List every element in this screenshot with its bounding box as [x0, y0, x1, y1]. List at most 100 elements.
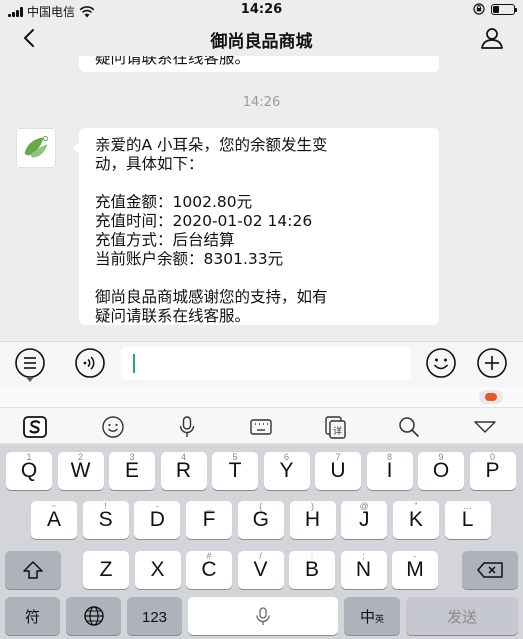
emoji-keyboard-icon[interactable]: [100, 414, 126, 440]
message-bubble[interactable]: 亲爱的A 小耳朵，您的余额发生变 动，具体如下： 充值金额：1002.80元 充…: [73, 128, 439, 325]
collapse-keyboard-icon[interactable]: [472, 414, 498, 440]
key-w[interactable]: 2W: [57, 452, 104, 490]
shift-key[interactable]: [5, 551, 61, 589]
chat-area[interactable]: 疑问请联系在线客服。 14:26 亲爱的A 小耳朵，您的余额发生变 动，具体如下…: [0, 56, 523, 341]
recharge-time-line: 充值时间：2020-01-02 14:26: [95, 212, 313, 230]
key-h[interactable]: ) H: [289, 501, 336, 539]
key-q[interactable]: 1Q: [6, 452, 52, 490]
language-toggle-label: 中英: [344, 607, 400, 630]
page-title: 御尚良品商城: [210, 32, 313, 52]
key-d[interactable]: -D: [134, 501, 181, 539]
message-line: 疑问请联系在线客服。: [95, 307, 251, 325]
key-p[interactable]: 0P: [469, 452, 516, 490]
number-key-label: 123: [141, 609, 168, 626]
key-a[interactable]: ~ A: [31, 501, 77, 539]
key-j[interactable]: @ J: [341, 501, 388, 539]
key-label: O: [432, 459, 450, 482]
orientation-lock-icon: [473, 3, 485, 15]
voice-input-button[interactable]: [74, 347, 106, 379]
input-bar: [0, 341, 523, 387]
key-i[interactable]: 8I: [366, 452, 413, 490]
balance-line: 当前账户余额：8301.33元: [95, 250, 284, 268]
key-n[interactable]: ; N: [340, 551, 387, 589]
key-label: V: [253, 558, 268, 581]
profile-icon[interactable]: [479, 25, 505, 51]
key-l[interactable]: … L: [444, 501, 491, 539]
message-line: 亲爱的A 小耳朵，您的余额发生变: [95, 136, 328, 154]
back-chevron-icon[interactable]: [18, 26, 42, 50]
shift-arrow-icon: [23, 561, 43, 579]
keyboard-toolbar: 详: [0, 407, 523, 444]
key-label: C: [201, 558, 217, 581]
key-k[interactable]: " K: [392, 501, 439, 539]
status-time: 14:26: [240, 2, 283, 17]
key-label: J: [358, 508, 370, 531]
key-t[interactable]: 5T: [212, 452, 258, 490]
key-r[interactable]: 4R: [160, 452, 207, 490]
key-label: B: [304, 558, 319, 581]
key-s[interactable]: ! S: [82, 501, 129, 539]
number-key[interactable]: 123: [127, 597, 182, 635]
microphone-icon[interactable]: [174, 414, 200, 440]
language-toggle-key[interactable]: 中英: [344, 597, 400, 635]
key-label: W: [70, 459, 91, 482]
key-label: Q: [20, 459, 38, 482]
key-label: M: [406, 558, 424, 581]
translate-icon[interactable]: 详: [322, 414, 348, 440]
key-label: U: [330, 459, 346, 482]
key-label: Y: [279, 459, 294, 482]
previous-message-text: 疑问请联系在线客服。: [95, 56, 251, 67]
backspace-icon: [477, 562, 503, 578]
shop-logo-icon: [17, 129, 55, 167]
status-bar: 中国电信 14:26: [0, 0, 523, 20]
time-separator: 14:26: [242, 95, 281, 110]
svg-text:详: 详: [333, 425, 342, 437]
avatar[interactable]: [16, 128, 56, 168]
globe-key[interactable]: [66, 597, 121, 635]
menu-list-button[interactable]: [14, 347, 46, 379]
key-c[interactable]: # C: [186, 551, 232, 589]
key-label: R: [175, 459, 192, 482]
message-input[interactable]: [121, 347, 411, 380]
key-b[interactable]: :B: [289, 551, 335, 589]
key-label: H: [304, 508, 321, 531]
key-m[interactable]: -M: [392, 551, 438, 589]
message-line: 御尚良品商城感谢您的支持，如有: [95, 288, 328, 306]
status-right: [473, 3, 517, 15]
backspace-key[interactable]: [462, 551, 518, 589]
key-g[interactable]: (G: [237, 501, 284, 539]
key-y[interactable]: 6Y: [263, 452, 310, 490]
nav-bar: 御尚良品商城: [0, 20, 523, 56]
menu-caret-icon: [26, 377, 34, 382]
send-key[interactable]: 发送: [406, 597, 518, 635]
key-z[interactable]: Z: [83, 551, 129, 589]
key-v[interactable]: / V: [237, 551, 284, 589]
battery-icon: [491, 3, 517, 15]
sogou-logo-icon[interactable]: [22, 414, 48, 440]
battery-level: [493, 5, 499, 13]
search-icon[interactable]: [396, 414, 422, 440]
key-label: A: [46, 508, 61, 531]
key-label: G: [252, 508, 269, 531]
key-e[interactable]: 3E: [109, 452, 155, 490]
space-key[interactable]: [188, 597, 338, 635]
key-label: K: [408, 508, 423, 531]
key-o[interactable]: 9O: [418, 452, 464, 490]
keyboard-skin-icon[interactable]: [479, 390, 503, 404]
more-plus-button[interactable]: [476, 347, 508, 379]
key-f[interactable]: _ F: [186, 501, 233, 539]
key-label: X: [150, 558, 165, 581]
send-key-label: 发送: [446, 609, 477, 626]
symbol-key[interactable]: 符: [5, 597, 60, 635]
key-label: E: [124, 459, 139, 482]
key-u[interactable]: 7U: [315, 452, 361, 490]
key-x[interactable]: X: [134, 551, 181, 589]
key-label: F: [202, 508, 216, 531]
keyboard-layout-icon[interactable]: [248, 414, 274, 440]
previous-message-bubble[interactable]: 疑问请联系在线客服。: [79, 56, 439, 72]
space-mic-icon: [256, 607, 270, 625]
emoji-button[interactable]: [425, 347, 457, 379]
key-label: T: [228, 459, 242, 482]
